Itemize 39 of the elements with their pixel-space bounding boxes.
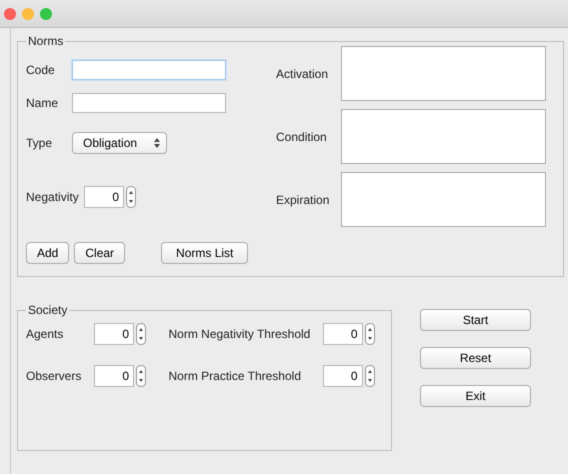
group-title: Norms — [27, 34, 64, 48]
push-button[interactable]: Add — [26, 242, 70, 264]
field-label: Observers — [26, 369, 82, 383]
push-button[interactable]: Start — [420, 309, 531, 331]
minimize-icon[interactable] — [22, 8, 34, 20]
number-field[interactable]: 0 — [322, 365, 362, 387]
number-field[interactable]: 0 — [322, 323, 362, 345]
field-label: Norm Negativity Threshold — [168, 327, 312, 341]
field-label: Negativity — [26, 190, 80, 204]
field-label: Code — [26, 63, 56, 77]
type-dropdown[interactable]: Obligation — [72, 132, 167, 154]
field-label: Agents — [26, 327, 64, 341]
text-area[interactable] — [341, 46, 546, 101]
push-button[interactable]: Norms List — [161, 242, 248, 264]
field-label: Condition — [276, 130, 328, 144]
spinner-icon[interactable] — [136, 365, 146, 387]
field-label: Type — [26, 136, 54, 150]
spinner-icon[interactable] — [364, 323, 374, 345]
push-button[interactable]: Clear — [74, 242, 126, 264]
field-label: Activation — [276, 66, 330, 80]
push-button[interactable]: Reset — [420, 347, 531, 369]
field-label: Name — [26, 96, 60, 110]
spinner-icon[interactable] — [126, 186, 136, 208]
close-icon[interactable] — [4, 8, 16, 20]
negativity-field[interactable]: 0 — [84, 186, 124, 208]
spinner-icon[interactable] — [136, 323, 146, 345]
code-field[interactable] — [72, 60, 226, 80]
text-area[interactable] — [341, 172, 546, 227]
number-field[interactable]: 0 — [94, 365, 134, 387]
zoom-icon[interactable] — [40, 8, 52, 20]
number-field[interactable]: 0 — [94, 323, 134, 345]
push-button[interactable]: Exit — [420, 385, 531, 407]
field-label: Expiration — [276, 192, 330, 206]
field-label: Norm Practice Threshold — [168, 369, 302, 383]
text-area[interactable] — [341, 109, 546, 164]
name-field[interactable] — [72, 93, 226, 113]
spinner-icon[interactable] — [364, 365, 374, 387]
up-down-arrows-icon — [154, 138, 160, 148]
group-title: Society — [27, 303, 68, 317]
